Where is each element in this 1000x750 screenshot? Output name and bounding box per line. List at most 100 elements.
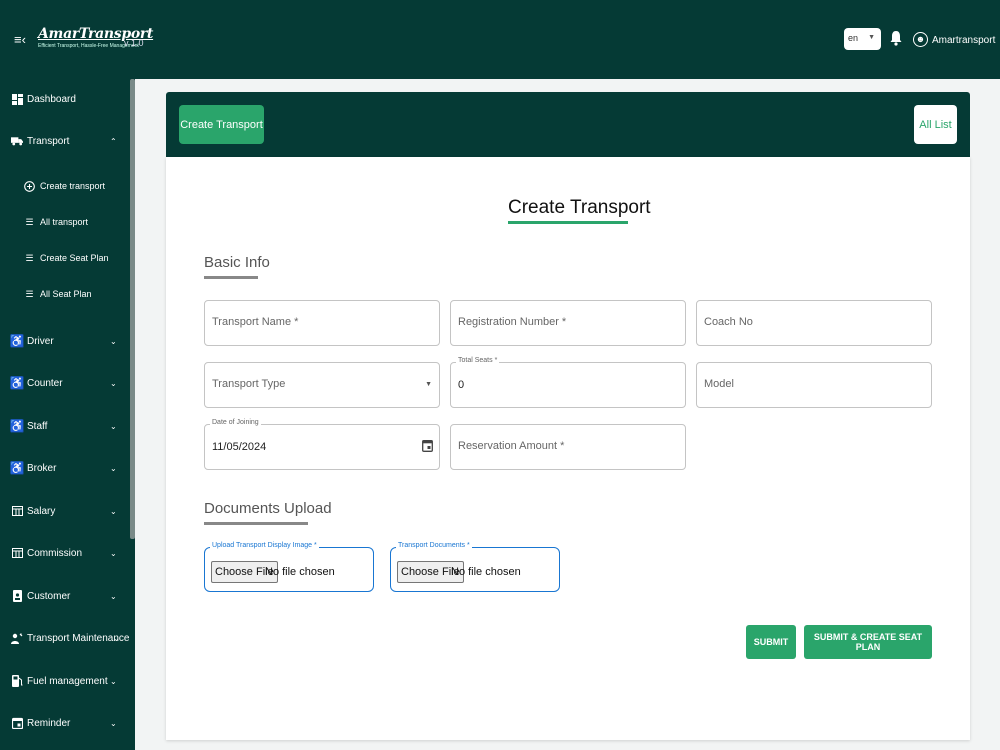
sidebar-item-reminder[interactable]: Reminder ⌄ [0, 708, 130, 738]
no-file-text: No file chosen [265, 566, 335, 578]
sidebar-subitem-label: All transport [40, 217, 89, 227]
caret-down-icon: ▼ [868, 34, 875, 41]
basic-info-title: Basic Info [204, 254, 270, 271]
date-of-joining-field[interactable]: Date of Joining 11/05/2024 [204, 419, 440, 470]
date-of-joining-label: Date of Joining [210, 419, 261, 426]
table-icon [11, 505, 23, 517]
sidebar-item-staff[interactable]: ♿ Staff ⌄ [0, 411, 130, 441]
sidebar-item-label: Counter [27, 377, 63, 389]
add-circle-icon [24, 180, 35, 192]
reservation-amount-field[interactable]: Reservation Amount * [450, 424, 686, 470]
sidebar-subitem-create-seat-plan[interactable]: ☰ Create Seat Plan [0, 246, 130, 270]
account-icon[interactable]: ☻ [913, 32, 928, 47]
create-transport-button[interactable]: Create Transport [179, 105, 264, 144]
coach-no-field[interactable]: Coach No [696, 300, 932, 346]
card-header: Create Transport All List [166, 92, 970, 157]
sidebar-item-label: Driver [27, 335, 54, 347]
basic-info-underline [204, 276, 258, 279]
sidebar-item-label: Salary [27, 505, 56, 517]
transport-name-placeholder: Transport Name * [212, 316, 299, 328]
chevron-down-icon: ⌄ [110, 676, 117, 686]
chevron-up-icon: ⌃ [110, 136, 117, 146]
chevron-down-icon: ⌄ [110, 378, 117, 388]
sidebar-item-transport-maintenance[interactable]: Transport Maintenance ⌄ [0, 623, 130, 653]
person-icon: ♿ [9, 376, 25, 390]
model-placeholder: Model [704, 378, 734, 390]
language-value: en [848, 33, 859, 43]
submit-create-seat-plan-button[interactable]: SUBMIT & CREATE SEAT PLAN [804, 625, 932, 659]
calendar-icon[interactable] [422, 439, 433, 452]
sidebar-item-salary[interactable]: Salary ⌄ [0, 496, 130, 526]
calendar-icon [11, 717, 23, 729]
caret-down-icon: ▼ [425, 381, 432, 388]
sidebar-subitem-create-transport[interactable]: Create transport [0, 174, 130, 198]
documents-upload-underline [204, 522, 308, 525]
submit-button[interactable]: SUBMIT [746, 625, 796, 659]
maintenance-icon [11, 632, 23, 644]
all-list-button[interactable]: All List [914, 105, 957, 144]
user-name[interactable]: Amartransport [932, 35, 995, 46]
table-icon [11, 547, 23, 559]
chevron-down-icon: ⌄ [110, 718, 117, 728]
transport-type-select[interactable]: Transport Type ▼ [204, 362, 440, 408]
form-title: Create Transport [508, 197, 651, 218]
person-icon: ♿ [9, 334, 25, 348]
total-seats-field[interactable]: Total Seats * 0 [450, 357, 686, 408]
coach-no-placeholder: Coach No [704, 316, 753, 328]
fuel-icon [11, 675, 23, 687]
chevron-down-icon: ⌄ [110, 336, 117, 346]
date-of-joining-value: 11/05/2024 [212, 441, 267, 453]
person-icon: ♿ [9, 419, 25, 433]
sidebar-subitem-all-transport[interactable]: ☰ All transport [0, 210, 130, 234]
documents-upload-title: Documents Upload [204, 500, 332, 517]
list-icon: ☰ [25, 252, 34, 263]
version-label: v 1.0 [124, 38, 144, 48]
sidebar-item-dashboard[interactable]: Dashboard [0, 84, 130, 114]
list-icon: ☰ [25, 216, 34, 227]
sidebar-item-commission[interactable]: Commission ⌄ [0, 538, 130, 568]
list-icon: ☰ [25, 288, 34, 299]
sidebar-item-customer[interactable]: Customer ⌄ [0, 581, 130, 611]
display-image-upload[interactable]: Upload Transport Display Image * Choose … [204, 542, 374, 592]
registration-number-field[interactable]: Registration Number * [450, 300, 686, 346]
transport-name-field[interactable]: Transport Name * [204, 300, 440, 346]
reservation-amount-placeholder: Reservation Amount * [458, 440, 565, 452]
form-title-underline [508, 221, 628, 224]
total-seats-value: 0 [458, 379, 465, 391]
sidebar-item-transport[interactable]: Transport ⌃ [0, 126, 130, 156]
person-icon: ♿ [9, 461, 25, 475]
registration-number-placeholder: Registration Number * [458, 316, 567, 328]
transport-type-placeholder: Transport Type [212, 378, 286, 390]
model-field[interactable]: Model [696, 362, 932, 408]
sidebar-item-label: Dashboard [27, 93, 76, 105]
top-bar: ≡‹ AmarTransport Efficient Transport, Ha… [0, 0, 1000, 79]
chevron-down-icon: ⌄ [110, 506, 117, 516]
language-select[interactable]: en ▼ [844, 28, 881, 50]
sidebar-item-label: Reminder [27, 717, 71, 729]
sidebar-subitem-label: Create Seat Plan [40, 253, 109, 263]
chevron-down-icon: ⌄ [110, 463, 117, 473]
total-seats-label: Total Seats * [456, 357, 500, 364]
sidebar-item-counter[interactable]: ♿ Counter ⌄ [0, 368, 130, 398]
sidebar-item-label: Commission [27, 547, 83, 559]
chevron-down-icon: ⌄ [110, 548, 117, 558]
sidebar-item-label: Fuel management [27, 675, 108, 687]
sidebar: Dashboard Transport ⌃ Create transport ☰… [0, 79, 135, 750]
sidebar-subitem-label: All Seat Plan [40, 289, 92, 299]
sidebar-item-label: Broker [27, 462, 57, 474]
sidebar-item-label: Staff [27, 420, 48, 432]
menu-collapse-icon[interactable]: ≡‹ [14, 32, 26, 47]
transport-documents-upload[interactable]: Transport Documents * Choose File No fil… [390, 542, 560, 592]
display-image-label: Upload Transport Display Image * [210, 542, 319, 549]
sidebar-item-fuel-management[interactable]: Fuel management ⌄ [0, 666, 130, 696]
badge-icon [11, 590, 23, 602]
chevron-down-icon: ⌄ [110, 421, 117, 431]
sidebar-item-driver[interactable]: ♿ Driver ⌄ [0, 326, 130, 356]
sidebar-subitem-all-seat-plan[interactable]: ☰ All Seat Plan [0, 282, 130, 306]
sidebar-item-broker[interactable]: ♿ Broker ⌄ [0, 453, 130, 483]
sidebar-scrollbar[interactable] [130, 79, 135, 539]
truck-icon [11, 135, 23, 147]
sidebar-subitem-label: Create transport [40, 181, 106, 191]
no-file-text: No file chosen [451, 566, 521, 578]
bell-icon[interactable] [889, 30, 903, 46]
